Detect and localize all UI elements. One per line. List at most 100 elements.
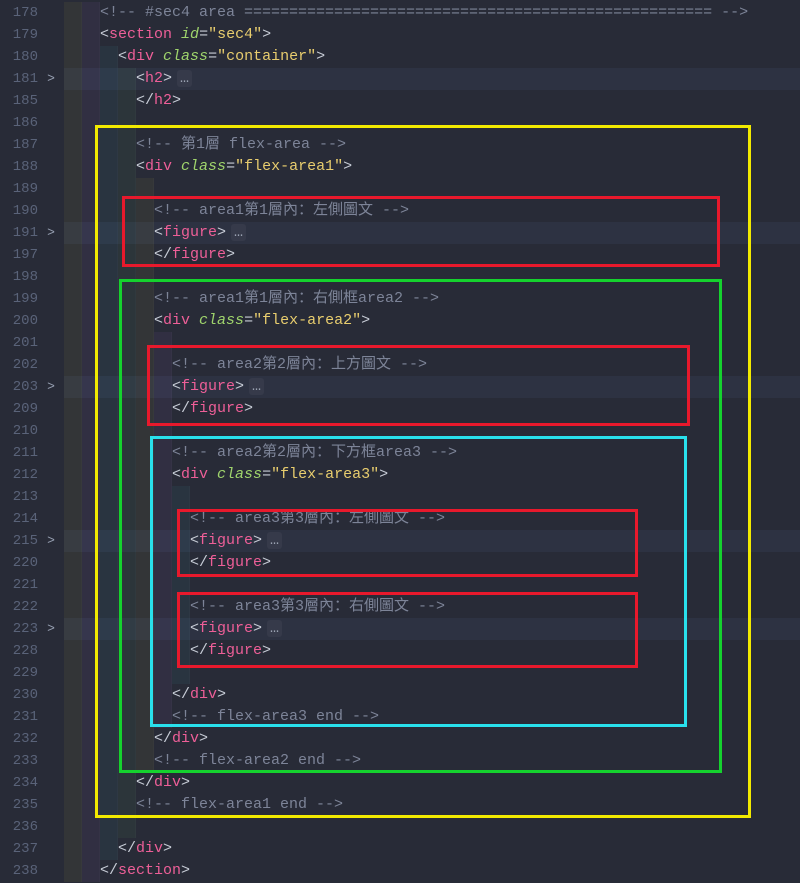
token-punctuation: > (244, 400, 253, 417)
indent-guide (82, 178, 100, 200)
line-number: 234 (0, 772, 38, 794)
token-punctuation: < (154, 224, 163, 241)
token-punctuation: > (163, 840, 172, 857)
line-number: 230 (0, 684, 38, 706)
indent-guide (82, 90, 100, 112)
code-content: <!-- area1第1層內：右側框area2 --> (64, 288, 800, 310)
token-string: "flex-area3" (271, 466, 379, 483)
fold-ellipsis[interactable]: … (231, 224, 246, 241)
fold-ellipsis[interactable]: … (177, 70, 192, 87)
gutter-spacer (38, 706, 64, 728)
indent-guide (118, 662, 136, 684)
indent-guide (136, 728, 154, 750)
token-punctuation: </ (172, 400, 190, 417)
line-gutter: 186 (0, 112, 64, 134)
gutter-spacer (38, 46, 64, 68)
indent-guide (100, 662, 118, 684)
line-gutter: 198 (0, 266, 64, 288)
code-line: 178<!-- #sec4 area =====================… (0, 2, 800, 24)
indent-guide (100, 200, 118, 222)
token-comment: <!-- area2第2層內：下方框area3 --> (172, 444, 457, 461)
code-line: 187<!-- 第1層 flex-area --> (0, 134, 800, 156)
indent-guide (118, 420, 136, 442)
code-line: 221 (0, 574, 800, 596)
line-number: 209 (0, 398, 38, 420)
indent-guide (64, 46, 82, 68)
gutter-spacer (38, 750, 64, 772)
indent-guide (154, 508, 172, 530)
indent-guide (82, 420, 100, 442)
token-punctuation: < (190, 532, 199, 549)
indent-guide (136, 398, 154, 420)
code-line: 197</figure> (0, 244, 800, 266)
token-punctuation: </ (100, 862, 118, 879)
fold-chevron-icon[interactable]: > (38, 68, 64, 90)
indent-guide (82, 640, 100, 662)
indent-guide (100, 750, 118, 772)
line-number: 231 (0, 706, 38, 728)
indent-guide (118, 112, 136, 134)
line-gutter: 232 (0, 728, 64, 750)
line-number: 237 (0, 838, 38, 860)
indent-guide (100, 68, 118, 90)
code-line: 228</figure> (0, 640, 800, 662)
gutter-spacer (38, 816, 64, 838)
indent-guide (154, 398, 172, 420)
token-punctuation: < (172, 466, 181, 483)
indent-guide (100, 838, 118, 860)
fold-chevron-icon[interactable]: > (38, 530, 64, 552)
code-line: 179<section id="sec4"> (0, 24, 800, 46)
code-content: </div> (64, 838, 800, 860)
indent-guide (118, 244, 136, 266)
indent-guide (100, 46, 118, 68)
indent-guide (100, 464, 118, 486)
code-content (64, 662, 800, 684)
gutter-spacer (38, 420, 64, 442)
line-number: 191 (0, 222, 38, 244)
indent-guide (136, 574, 154, 596)
token-punctuation: > (262, 554, 271, 571)
fold-chevron-icon[interactable]: > (38, 222, 64, 244)
token-punctuation: </ (154, 730, 172, 747)
indent-guide (136, 376, 154, 398)
indent-guide (64, 530, 82, 552)
token-space (154, 48, 163, 65)
indent-guide (136, 662, 154, 684)
token-comment: <!-- 第1層 flex-area --> (136, 136, 346, 153)
fold-ellipsis[interactable]: … (249, 378, 264, 395)
code-content: <h2>… (64, 68, 800, 90)
code-content: <!-- area1第1層內：左側圖文 --> (64, 200, 800, 222)
gutter-spacer (38, 332, 64, 354)
fold-ellipsis[interactable]: … (267, 532, 282, 549)
indent-guide (172, 508, 190, 530)
indent-guide (154, 464, 172, 486)
fold-ellipsis[interactable]: … (267, 620, 282, 637)
line-number: 233 (0, 750, 38, 772)
token-punctuation: > (217, 686, 226, 703)
fold-chevron-icon[interactable]: > (38, 618, 64, 640)
code-content: </figure> (64, 398, 800, 420)
token-comment: <!-- area2第2層內：上方圖文 --> (172, 356, 427, 373)
code-line: 238</section> (0, 860, 800, 882)
indent-guide (118, 398, 136, 420)
gutter-spacer (38, 442, 64, 464)
token-space (172, 26, 181, 43)
indent-guide (64, 420, 82, 442)
line-gutter: 197 (0, 244, 64, 266)
indent-guide (154, 618, 172, 640)
token-string: "sec4" (208, 26, 262, 43)
code-line: 203><figure>… (0, 376, 800, 398)
token-punctuation: </ (154, 246, 172, 263)
line-gutter: 209 (0, 398, 64, 420)
token-punctuation: > (235, 378, 244, 395)
indent-guide (118, 464, 136, 486)
line-gutter: 210 (0, 420, 64, 442)
fold-chevron-icon[interactable]: > (38, 376, 64, 398)
code-line: 231<!-- flex-area3 end --> (0, 706, 800, 728)
gutter-spacer (38, 728, 64, 750)
indent-guide (136, 310, 154, 332)
code-line: 202<!-- area2第2層內：上方圖文 --> (0, 354, 800, 376)
gutter-spacer (38, 112, 64, 134)
line-number: 221 (0, 574, 38, 596)
indent-guide (100, 442, 118, 464)
